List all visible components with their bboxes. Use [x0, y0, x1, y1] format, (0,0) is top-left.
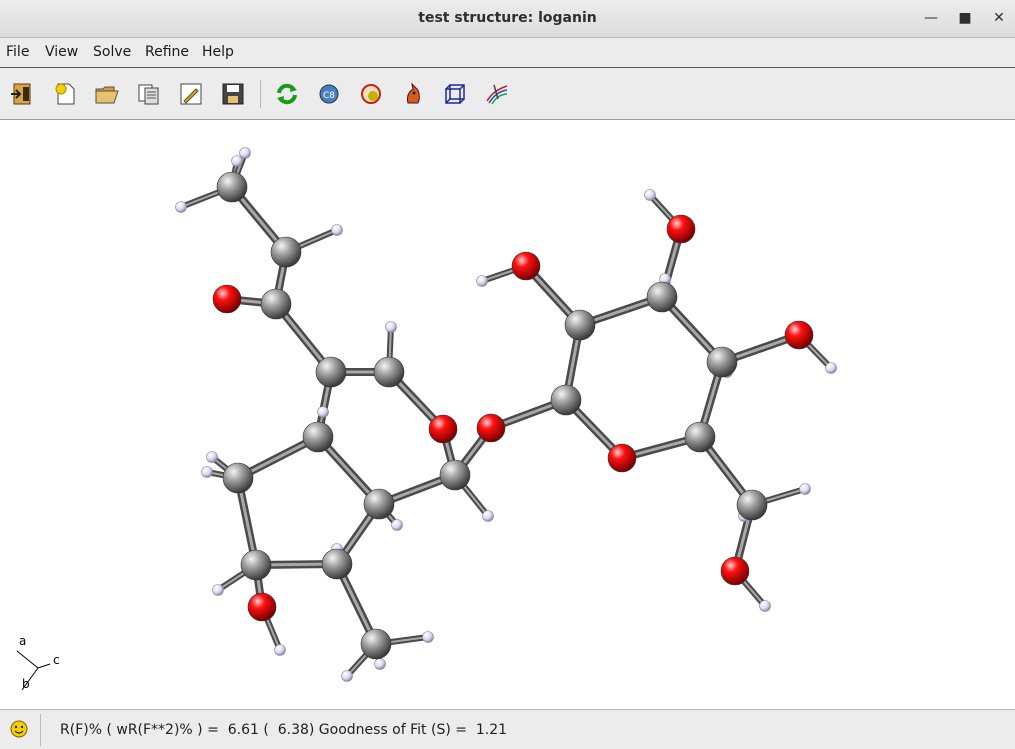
- atom-H7b[interactable]: [201, 466, 213, 478]
- close-icon[interactable]: ✕: [990, 9, 1008, 27]
- atom-O7[interactable]: [666, 214, 696, 244]
- atom-H12a[interactable]: [422, 631, 434, 643]
- atom-H1a[interactable]: [231, 155, 243, 167]
- atom-C9[interactable]: [240, 549, 272, 581]
- atom-H6[interactable]: [317, 406, 329, 418]
- molecule-view[interactable]: a c b: [0, 120, 1015, 709]
- axes-indicator: a c b: [16, 634, 60, 691]
- atom-O5[interactable]: [607, 443, 637, 473]
- atom-H19[interactable]: [825, 362, 837, 374]
- unit-cell-icon[interactable]: [442, 81, 468, 107]
- atom-H20[interactable]: [799, 483, 811, 495]
- atom-O1[interactable]: [212, 284, 242, 314]
- atom-H2[interactable]: [331, 224, 343, 236]
- open-folder-icon[interactable]: [94, 81, 120, 107]
- structure-info-icon[interactable]: [136, 81, 162, 107]
- menu-solve[interactable]: Solve: [93, 44, 131, 60]
- menu-help[interactable]: Help: [202, 44, 234, 60]
- atom-H8[interactable]: [391, 519, 403, 531]
- structure-viewport[interactable]: a c b: [0, 120, 1015, 709]
- menu-bar: File View Solve Refine Help: [0, 38, 1015, 68]
- axis-a-label: a: [19, 634, 26, 648]
- toolbar: C8: [0, 68, 1015, 120]
- title-bar: test structure: loganin — ■ ✕: [0, 0, 1015, 38]
- atom-C7[interactable]: [222, 462, 254, 494]
- atom-C14[interactable]: [564, 309, 596, 341]
- atom-O4[interactable]: [476, 413, 506, 443]
- atom-H1b[interactable]: [239, 147, 251, 159]
- atom-C18[interactable]: [736, 489, 768, 521]
- atom-C6[interactable]: [302, 421, 334, 453]
- atom-H9[interactable]: [212, 584, 224, 596]
- atom-C10[interactable]: [321, 548, 353, 580]
- atom-H10[interactable]: [274, 644, 286, 656]
- atom-H22[interactable]: [759, 600, 771, 612]
- atom-C16[interactable]: [706, 346, 738, 378]
- atom-O2[interactable]: [428, 414, 458, 444]
- menu-file[interactable]: File: [6, 44, 29, 60]
- atom-C12[interactable]: [439, 459, 471, 491]
- symmetry-icon[interactable]: [484, 81, 510, 107]
- atom-H15[interactable]: [476, 275, 488, 287]
- status-bar: R(F)% ( wR(F**2)% ) = 6.61 ( 6.38) Goodn…: [0, 709, 1015, 749]
- atom-O9[interactable]: [720, 556, 750, 586]
- menu-view[interactable]: View: [45, 44, 78, 60]
- atom-H12b[interactable]: [374, 658, 386, 670]
- atom-H17[interactable]: [644, 189, 656, 201]
- atom-O3[interactable]: [247, 592, 277, 622]
- atom-C4[interactable]: [315, 356, 347, 388]
- toolbar-separator: [260, 80, 261, 108]
- atom-H12c[interactable]: [341, 670, 353, 682]
- atom-C17[interactable]: [684, 421, 716, 453]
- minimize-icon[interactable]: —: [922, 9, 940, 27]
- window-title: test structure: loganin: [418, 10, 597, 26]
- atom-O6[interactable]: [511, 251, 541, 281]
- exit-icon[interactable]: [9, 81, 35, 107]
- atom-H5[interactable]: [385, 321, 397, 333]
- smiley-icon[interactable]: [10, 720, 28, 738]
- edit-icon[interactable]: [178, 81, 204, 107]
- status-separator: [40, 714, 41, 746]
- refresh-icon[interactable]: [274, 81, 300, 107]
- svg-text:C8: C8: [323, 91, 335, 101]
- maximize-icon[interactable]: ■: [956, 9, 974, 27]
- status-text: R(F)% ( wR(F**2)% ) = 6.61 ( 6.38) Goodn…: [60, 722, 508, 738]
- atom-C11[interactable]: [360, 628, 392, 660]
- atom-select-icon[interactable]: [358, 81, 384, 107]
- atom-C13[interactable]: [550, 384, 582, 416]
- c8-icon[interactable]: C8: [316, 81, 342, 107]
- axis-c-label: c: [53, 653, 60, 667]
- atom-C5[interactable]: [373, 356, 405, 388]
- atom-C8[interactable]: [363, 488, 395, 520]
- atom-C15[interactable]: [646, 281, 678, 313]
- atom-H1c[interactable]: [175, 201, 187, 213]
- atom-C3[interactable]: [260, 288, 292, 320]
- atom-O8[interactable]: [784, 320, 814, 350]
- atom-H7a[interactable]: [206, 451, 218, 463]
- atom-C1[interactable]: [216, 171, 248, 203]
- axis-b-label: b: [22, 677, 30, 691]
- menu-refine[interactable]: Refine: [145, 44, 189, 60]
- new-icon[interactable]: [52, 81, 78, 107]
- save-icon[interactable]: [220, 81, 246, 107]
- atom-H13[interactable]: [482, 510, 494, 522]
- atom-C2[interactable]: [270, 236, 302, 268]
- fox-icon[interactable]: [400, 81, 426, 107]
